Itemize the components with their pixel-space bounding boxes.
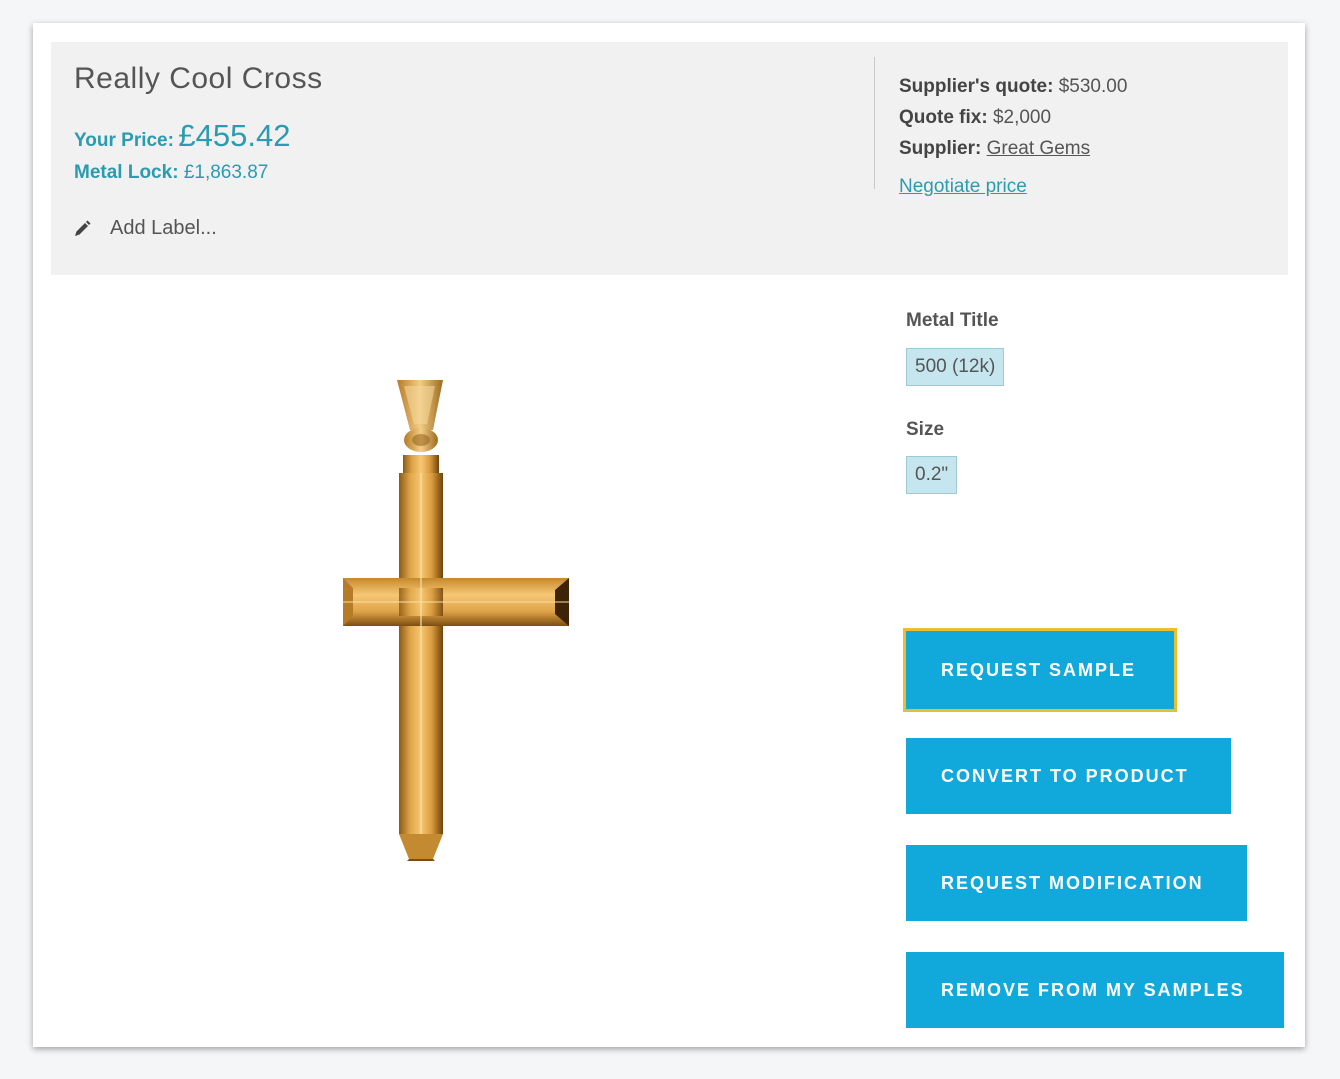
add-label-button[interactable]: Add Label... [72,217,217,240]
metal-lock-label: Metal Lock: [74,162,179,183]
remove-from-samples-button[interactable]: REMOVE FROM MY SAMPLES [906,952,1284,1028]
add-label-text: Add Label... [110,217,217,239]
gold-cross-pendant-icon [343,380,569,861]
sample-header: Really Cool Cross Your Price: £455.42 Me… [51,42,1288,275]
sample-card: Really Cool Cross Your Price: £455.42 Me… [33,23,1305,1047]
quote-fix-row: Quote fix: $2,000 [899,102,1127,133]
supplier-quote-row: Supplier's quote: $530.00 [899,71,1127,102]
supplier-quote-block: Supplier's quote: $530.00 Quote fix: $2,… [899,71,1127,202]
your-price: Your Price: £455.42 [74,118,290,154]
metal-lock-value: £1,863.87 [183,162,269,183]
supplier-row: Supplier: Great Gems [899,133,1127,164]
supplier-quote-label: Supplier's quote: [899,76,1054,97]
product-title: Really Cool Cross [74,62,323,95]
supplier-label: Supplier: [899,138,982,159]
metal-title-label: Metal Title [906,310,999,331]
your-price-value: £455.42 [178,118,291,153]
request-sample-button[interactable]: REQUEST SAMPLE [903,628,1177,712]
quote-fix-value: $2,000 [992,107,1052,128]
size-label: Size [906,419,945,440]
supplier-link[interactable]: Great Gems [987,138,1090,159]
convert-to-product-button[interactable]: CONVERT TO PRODUCT [906,738,1231,814]
metal-title-chip[interactable]: 500 (12k) [906,348,1005,386]
size-chip[interactable]: 0.2" [906,456,958,494]
request-modification-button[interactable]: REQUEST MODIFICATION [906,845,1247,921]
header-divider [874,57,875,189]
supplier-quote-value: $530.00 [1058,76,1128,97]
your-price-label: Your Price: [74,130,174,151]
quote-fix-label: Quote fix: [899,107,988,128]
product-image [273,348,603,888]
negotiate-price-link[interactable]: Negotiate price [899,171,1127,202]
metal-lock: Metal Lock: £1,863.87 [74,162,268,184]
pencil-icon [72,219,92,239]
